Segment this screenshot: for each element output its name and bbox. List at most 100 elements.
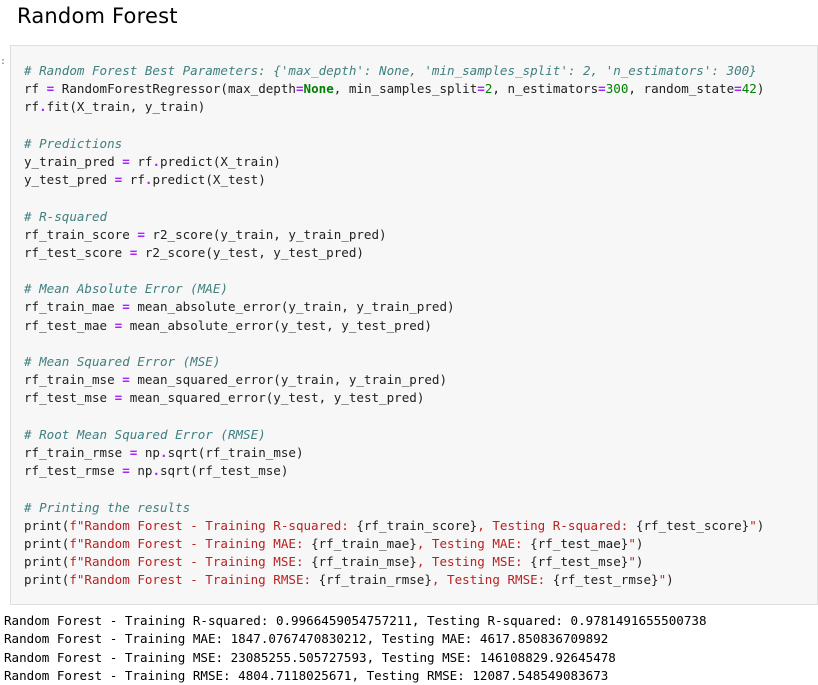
code-token: . (39, 99, 47, 115)
code-token: sqrt(rf_test_mse) (160, 463, 289, 479)
code-token: rf_test_mse (24, 390, 115, 406)
code-token: " (749, 517, 757, 533)
code-token: = (734, 81, 742, 97)
code-token: # Random Forest Best Parameters: {'max_d… (24, 63, 757, 78)
code-line: print(f"Random Forest - Training R-squar… (24, 517, 764, 535)
code-line: # Random Forest Best Parameters: {'max_d… (24, 62, 764, 80)
code-line: # Printing the results (24, 499, 764, 517)
code-line: # R-squared (24, 208, 764, 226)
code-token: {rf_train_mae} (311, 535, 417, 551)
code-token: # R-squared (24, 208, 108, 224)
code-token: print( (24, 517, 70, 533)
code-line: # Predictions (24, 135, 764, 153)
code-token: , min_samples_split (333, 81, 478, 97)
code-token: , Testing MAE: (416, 535, 531, 551)
code-token: RandomForestRegressor(max_depth (54, 81, 296, 97)
section-heading: Random Forest (17, 4, 178, 28)
code-token: {rf_train_score} (356, 517, 478, 533)
output-line: Random Forest - Training R-squared: 0.99… (4, 613, 707, 628)
code-token: mean_absolute_error(y_train, y_train_pre… (129, 299, 455, 315)
code-token: f"Random Forest - Training MSE: (69, 554, 312, 570)
code-token: rf (129, 153, 153, 169)
code-line: # Mean Squared Error (MSE) (24, 353, 764, 371)
code-token: # Root Mean Squared Error (RMSE) (24, 426, 266, 442)
code-token: print( (24, 535, 70, 551)
code-token: rf_train_mse (24, 372, 123, 388)
code-line: print(f"Random Forest - Training MSE: {r… (24, 553, 764, 571)
code-token: predict(X_test) (152, 172, 266, 188)
code-token: = (122, 463, 130, 479)
code-token: = (122, 299, 130, 315)
code-token: , n_estimators (492, 81, 599, 97)
code-token: mean_absolute_error(y_test, y_test_pred) (122, 317, 432, 333)
code-token: = (295, 81, 304, 97)
code-line: rf.fit(X_train, y_train) (24, 98, 764, 116)
code-token: np (129, 463, 153, 479)
output-line: Random Forest - Training MSE: 23085255.5… (4, 649, 616, 665)
code-token: # Predictions (24, 135, 123, 151)
code-token: rf_test_rmse (24, 463, 123, 479)
code-token: r2_score(y_train, y_train_pred) (144, 226, 387, 242)
code-cell[interactable]: # Random Forest Best Parameters: {'max_d… (10, 45, 818, 605)
code-token: rf_train_rmse (24, 444, 130, 460)
code-token: r2_score(y_test, y_test_pred) (137, 244, 364, 260)
code-token: 42 (741, 81, 757, 97)
code-token: ) (666, 572, 674, 588)
code-token: {rf_train_mse} (311, 554, 417, 570)
code-token: print( (24, 572, 70, 588)
code-line: rf_train_score = r2_score(y_train, y_tra… (24, 226, 764, 244)
code-token: rf_train_mae (24, 299, 123, 315)
code-token: , Testing RMSE: (431, 572, 553, 588)
code-token: # Mean Absolute Error (MAE) (24, 281, 228, 297)
code-token: {rf_test_mae} (530, 535, 629, 551)
code-token: rf (24, 99, 40, 115)
code-token: # Mean Squared Error (MSE) (24, 354, 221, 369)
code-line: # Mean Absolute Error (MAE) (24, 280, 764, 298)
code-line: rf_train_mse = mean_squared_error(y_trai… (24, 371, 764, 389)
code-token: = (477, 81, 485, 97)
code-token: = (598, 81, 606, 97)
code-token: ) (756, 517, 765, 533)
code-token: " (658, 572, 667, 588)
code-token: {rf_test_mse} (530, 554, 629, 570)
code-token: # Printing the results (24, 499, 191, 515)
code-line: rf_test_score = r2_score(y_test, y_test_… (24, 244, 764, 262)
code-token: sqrt(rf_train_mse) (167, 444, 304, 460)
code-line: # Root Mean Squared Error (RMSE) (24, 426, 764, 444)
code-line: rf_test_rmse = np.sqrt(rf_test_mse) (24, 462, 764, 480)
code-token: mean_squared_error(y_test, y_test_pred) (122, 390, 425, 406)
code-token: f"Random Forest - Training MAE: (69, 535, 312, 551)
code-token: " (628, 535, 636, 551)
code-token: , Testing R-squared: (477, 517, 636, 533)
code-token: rf_test_score (24, 244, 130, 260)
code-token: ) (635, 554, 644, 570)
code-line: rf = RandomForestRegressor(max_depth=Non… (24, 80, 764, 98)
code-token: " (628, 554, 636, 570)
code-token: , Testing MSE: (416, 554, 531, 570)
cell-output: Random Forest - Training R-squared: 0.99… (4, 612, 707, 685)
code-line: y_test_pred = rf.predict(X_test) (24, 171, 764, 189)
code-editor[interactable]: # Random Forest Best Parameters: {'max_d… (24, 62, 764, 589)
code-token: rf_train_score (24, 226, 138, 242)
code-line: rf_train_mae = mean_absolute_error(y_tra… (24, 298, 764, 316)
code-token: f"Random Forest - Training R-squared: (69, 517, 357, 533)
code-token: = (122, 372, 130, 388)
code-token: . (152, 153, 160, 169)
code-token: rf_test_mae (24, 317, 115, 333)
code-line: rf_train_rmse = np.sqrt(rf_train_mse) (24, 444, 764, 462)
code-token: np (137, 444, 160, 460)
code-token: ) (635, 535, 644, 551)
code-line: y_train_pred = rf.predict(X_train) (24, 153, 764, 171)
code-token: f"Random Forest - Training RMSE: (69, 572, 319, 588)
code-token: {rf_train_rmse} (318, 572, 432, 588)
code-token: . (160, 444, 168, 460)
code-token: fit(X_train, y_train) (46, 99, 206, 115)
code-token: . (152, 463, 160, 479)
code-token: = (137, 226, 145, 242)
code-token: ) (756, 81, 765, 97)
code-token: , random_state (628, 81, 735, 97)
